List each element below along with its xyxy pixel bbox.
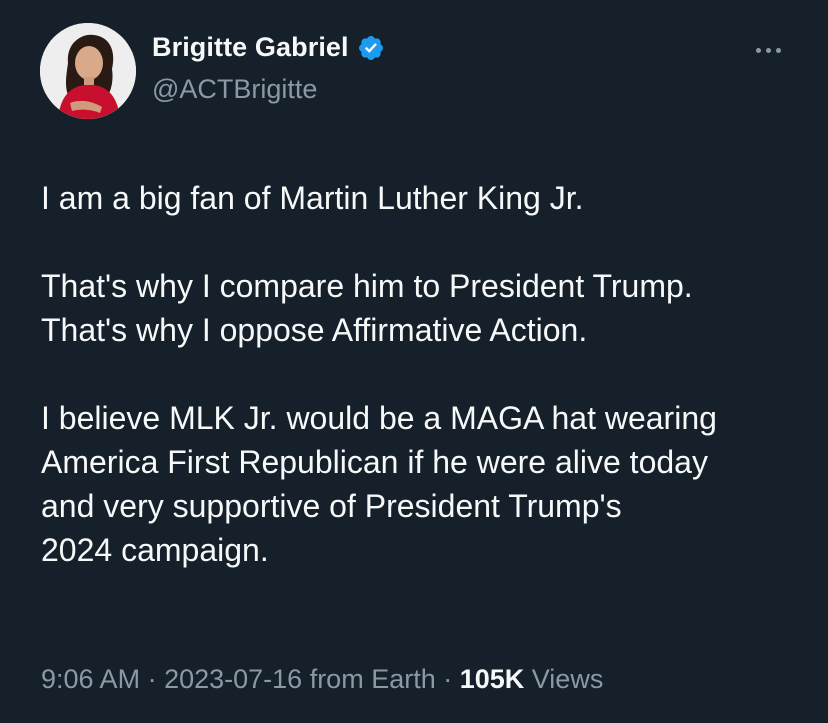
tweet-line: and very supportive of President Trump's (41, 488, 622, 524)
verified-badge-icon (357, 34, 385, 62)
views-label: Views (524, 664, 604, 694)
tweet-card: Brigitte Gabriel @ACTBrigitte I am a big… (0, 0, 828, 723)
avatar[interactable] (40, 23, 136, 119)
tweet-text: I am a big fan of Martin Luther King Jr.… (41, 176, 811, 572)
dot (755, 47, 761, 53)
author-handle[interactable]: @ACTBrigitte (152, 74, 317, 105)
author-name-row: Brigitte Gabriel (152, 32, 385, 63)
dot (765, 47, 771, 53)
tweet-meta: 9:06 AM · 2023-07-16 from Earth · 105K V… (41, 664, 603, 695)
tweet-line: I am a big fan of Martin Luther King Jr. (41, 180, 584, 216)
tweet-line: America First Republican if he were aliv… (41, 444, 708, 480)
tweet-line: That's why I compare him to President Tr… (41, 268, 693, 304)
tweet-line (41, 352, 811, 396)
views-count[interactable]: 105K (460, 664, 525, 694)
display-name[interactable]: Brigitte Gabriel (152, 32, 349, 63)
tweet-time[interactable]: 9:06 AM (41, 664, 140, 694)
tweet-line: I believe MLK Jr. would be a MAGA hat we… (41, 400, 717, 436)
tweet-line: That's why I oppose Affirmative Action. (41, 312, 588, 348)
profile-photo (40, 23, 136, 119)
dot (775, 47, 781, 53)
separator: · (435, 664, 460, 694)
tweet-date[interactable]: 2023-07-16 (164, 664, 302, 694)
tweet-source: from Earth (302, 664, 436, 694)
tweet-line (41, 220, 811, 264)
tweet-line: 2024 campaign. (41, 532, 269, 568)
more-options-icon[interactable] (748, 38, 788, 62)
separator: · (140, 664, 165, 694)
